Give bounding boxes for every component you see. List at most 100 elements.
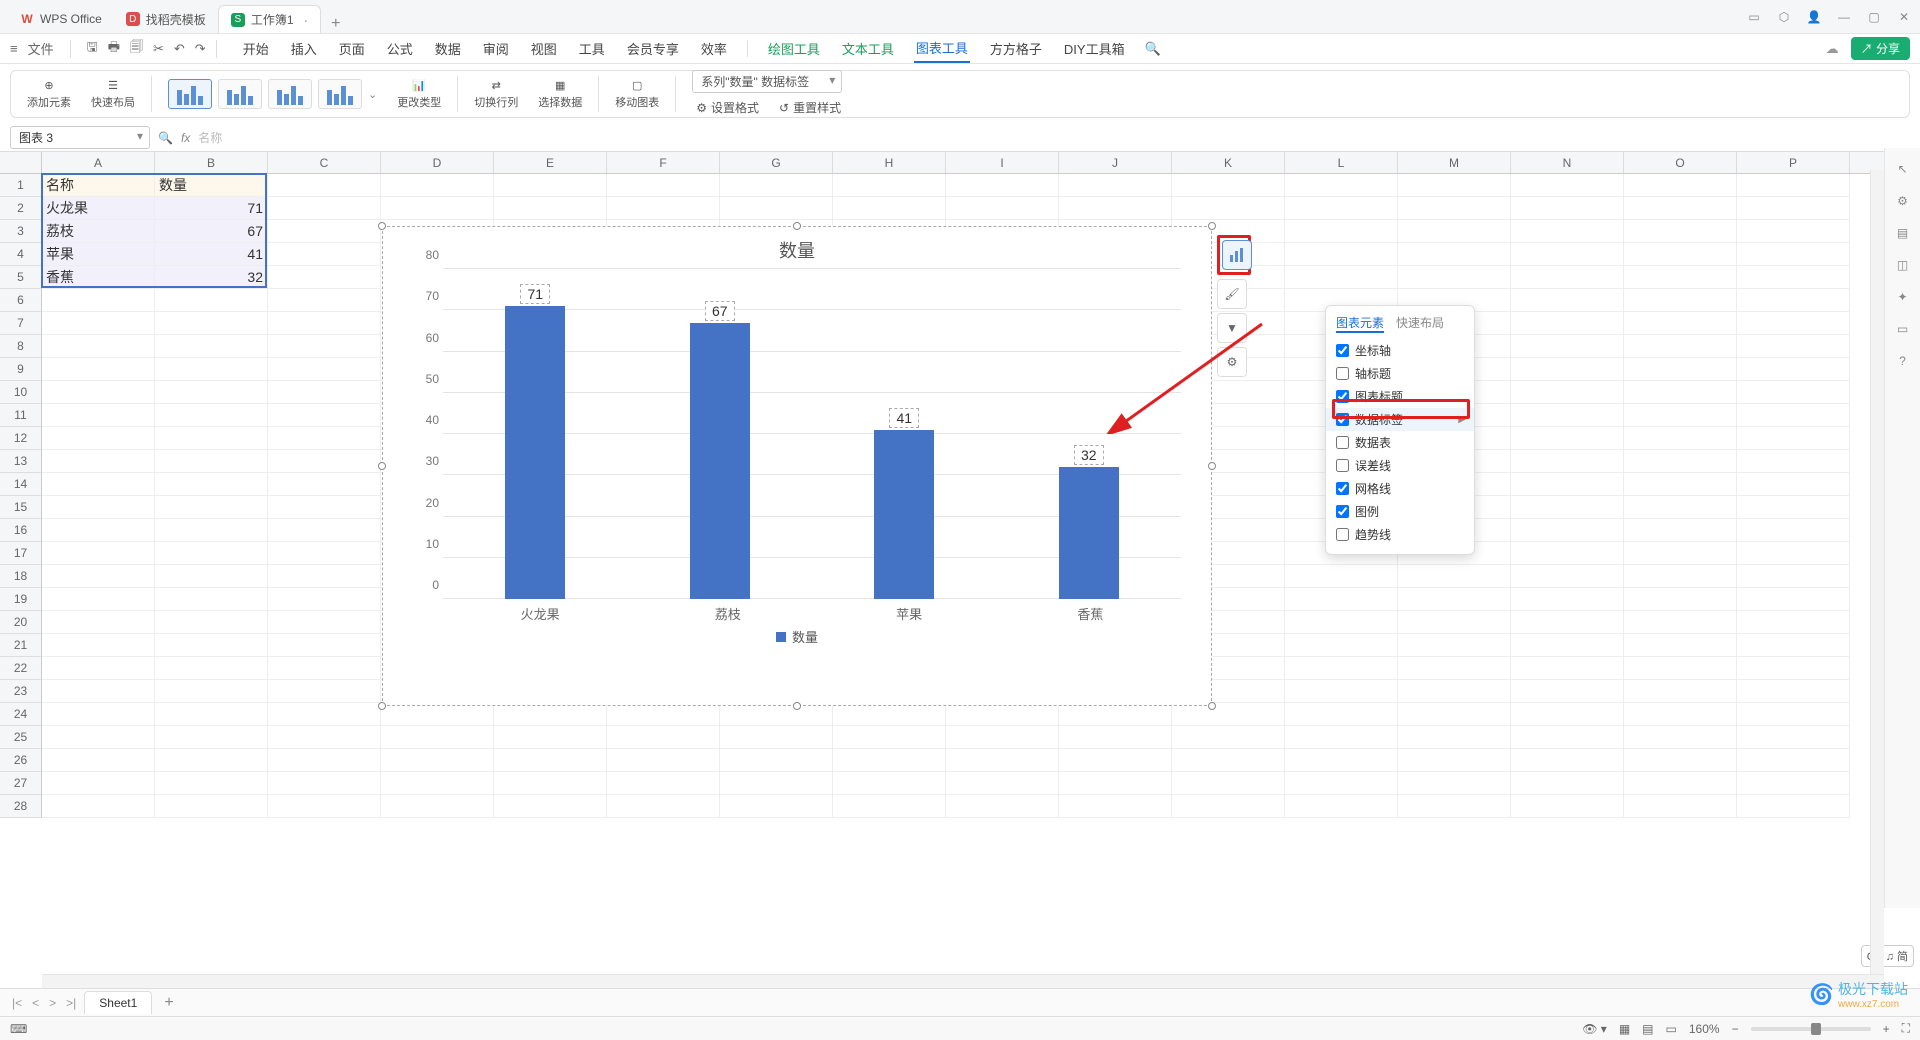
tab-member[interactable]: 会员专享 [625, 35, 681, 62]
cell[interactable] [1285, 220, 1398, 243]
cell[interactable] [833, 726, 946, 749]
cell[interactable] [1624, 220, 1737, 243]
cell[interactable]: 苹果 [42, 243, 155, 266]
col-header[interactable]: I [946, 152, 1059, 173]
cell[interactable] [1624, 519, 1737, 542]
cell[interactable] [42, 726, 155, 749]
cell[interactable] [720, 795, 833, 818]
avatar-icon[interactable]: 👤 [1806, 9, 1822, 25]
properties-rail-icon[interactable]: ◫ [1897, 258, 1908, 272]
cell[interactable] [268, 611, 381, 634]
cell[interactable]: 67 [155, 220, 268, 243]
cell[interactable] [833, 703, 946, 726]
cell[interactable] [268, 381, 381, 404]
cell[interactable] [268, 496, 381, 519]
cell[interactable] [1285, 565, 1398, 588]
cell[interactable] [1511, 197, 1624, 220]
cell[interactable] [1285, 680, 1398, 703]
popup-checkbox[interactable] [1336, 436, 1349, 449]
cell[interactable] [1398, 726, 1511, 749]
cell[interactable] [1624, 542, 1737, 565]
cell[interactable] [1737, 197, 1850, 220]
col-header[interactable]: C [268, 152, 381, 173]
cell[interactable] [1398, 243, 1511, 266]
cell[interactable] [1624, 473, 1737, 496]
grid[interactable]: 名称数量火龙果71荔枝67苹果41香蕉32 数量 010203040506070… [42, 174, 1920, 818]
app-tab-workbook[interactable]: S 工作簿1 · [218, 5, 321, 33]
cell[interactable] [155, 703, 268, 726]
cell[interactable] [1172, 795, 1285, 818]
cell[interactable] [155, 519, 268, 542]
cell[interactable] [1511, 450, 1624, 473]
cell[interactable] [1511, 289, 1624, 312]
cell[interactable] [268, 772, 381, 795]
row-header[interactable]: 19 [0, 588, 42, 611]
bar[interactable]: 32 [1059, 445, 1119, 599]
cell[interactable] [1737, 611, 1850, 634]
row-header[interactable]: 9 [0, 358, 42, 381]
row-header[interactable]: 20 [0, 611, 42, 634]
add-tab-button[interactable]: + [321, 15, 350, 33]
window-snap-icon[interactable]: ▭ [1746, 9, 1762, 25]
resize-handle[interactable] [378, 702, 386, 710]
cell[interactable] [720, 772, 833, 795]
row-header[interactable]: 15 [0, 496, 42, 519]
row-header[interactable]: 17 [0, 542, 42, 565]
cell[interactable] [1511, 358, 1624, 381]
cell[interactable] [1624, 795, 1737, 818]
file-menu[interactable]: 文件 [28, 39, 54, 58]
data-label[interactable]: 71 [520, 284, 550, 304]
cell[interactable] [1737, 450, 1850, 473]
col-header[interactable]: D [381, 152, 494, 173]
view-page-icon[interactable]: ▤ [1642, 1022, 1653, 1036]
col-header[interactable]: M [1398, 152, 1511, 173]
cell[interactable]: 41 [155, 243, 268, 266]
view-eye-icon[interactable]: 👁 ▾ [1582, 1022, 1607, 1036]
cell[interactable] [1398, 657, 1511, 680]
sheet-nav-last-icon[interactable]: >| [64, 996, 78, 1010]
cell[interactable] [1624, 266, 1737, 289]
cell[interactable] [1624, 243, 1737, 266]
cell[interactable] [268, 404, 381, 427]
cell[interactable] [268, 197, 381, 220]
bar-rect[interactable] [874, 430, 934, 599]
cell[interactable] [494, 197, 607, 220]
cell[interactable] [268, 795, 381, 818]
save-icon[interactable]: 🖫 [87, 38, 98, 60]
cell[interactable] [155, 565, 268, 588]
cell[interactable] [1624, 427, 1737, 450]
cell[interactable] [268, 565, 381, 588]
cell[interactable] [381, 197, 494, 220]
cell[interactable] [1172, 174, 1285, 197]
cell[interactable] [42, 519, 155, 542]
tab-home[interactable]: 开始 [241, 35, 271, 62]
cell[interactable] [42, 427, 155, 450]
cell[interactable] [1511, 335, 1624, 358]
row-header[interactable]: 3 [0, 220, 42, 243]
cell[interactable] [155, 772, 268, 795]
cell[interactable] [42, 289, 155, 312]
add-element-button[interactable]: ⊕ 添加元素 [19, 75, 79, 113]
reset-style-button[interactable]: ↺重置样式 [775, 97, 845, 118]
zoom-in-button[interactable]: + [1883, 1022, 1890, 1036]
cell[interactable] [1511, 749, 1624, 772]
col-header[interactable]: L [1285, 152, 1398, 173]
cell[interactable] [1285, 197, 1398, 220]
cell[interactable] [268, 588, 381, 611]
bar-rect[interactable] [690, 323, 750, 599]
cell[interactable] [268, 289, 381, 312]
menu-icon[interactable]: ≡ [10, 41, 18, 56]
cell[interactable] [1737, 312, 1850, 335]
cell[interactable] [268, 473, 381, 496]
row-header[interactable]: 27 [0, 772, 42, 795]
redo-icon[interactable]: ↷ [195, 41, 206, 57]
cell[interactable] [1737, 427, 1850, 450]
cell[interactable] [1624, 197, 1737, 220]
chart-settings-button[interactable]: ⚙ [1217, 347, 1247, 377]
close-icon[interactable]: ✕ [1896, 9, 1912, 25]
cell[interactable] [720, 726, 833, 749]
zoom-slider[interactable] [1751, 1027, 1871, 1031]
cell[interactable] [1624, 680, 1737, 703]
cell[interactable] [1511, 772, 1624, 795]
cell[interactable] [42, 450, 155, 473]
